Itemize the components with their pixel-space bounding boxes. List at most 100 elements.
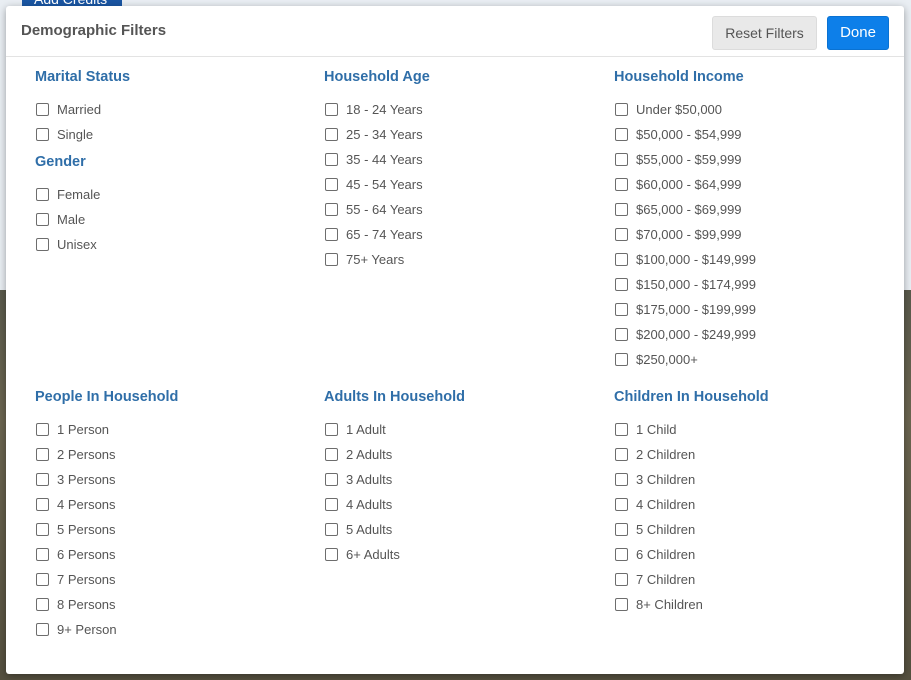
filter-option[interactable]: 3 Adults [324,467,465,492]
checkbox[interactable] [325,253,338,266]
checkbox[interactable] [325,498,338,511]
checkbox[interactable] [36,188,49,201]
filter-option[interactable]: 3 Persons [35,467,178,492]
filter-option[interactable]: $50,000 - $54,999 [614,122,756,147]
filter-option[interactable]: 5 Persons [35,517,178,542]
filter-option[interactable]: $175,000 - $199,999 [614,297,756,322]
filter-option[interactable]: 2 Children [614,442,769,467]
filter-option[interactable]: 1 Adult [324,417,465,442]
checkbox[interactable] [36,573,49,586]
checkbox[interactable] [615,473,628,486]
filter-option[interactable]: 4 Children [614,492,769,517]
filter-option[interactable]: 55 - 64 Years [324,197,430,222]
checkbox[interactable] [36,238,49,251]
filter-option[interactable]: 3 Children [614,467,769,492]
filter-option[interactable]: 7 Children [614,567,769,592]
filter-option[interactable]: $200,000 - $249,999 [614,322,756,347]
filter-option[interactable]: $250,000+ [614,347,756,372]
checkbox[interactable] [36,548,49,561]
checkbox[interactable] [615,253,628,266]
option-label: $60,000 - $64,999 [636,177,742,192]
filter-option[interactable]: 45 - 54 Years [324,172,430,197]
checkbox[interactable] [325,473,338,486]
option-label: 7 Persons [57,572,116,587]
filter-option[interactable]: $70,000 - $99,999 [614,222,756,247]
checkbox[interactable] [36,448,49,461]
checkbox[interactable] [615,598,628,611]
filter-option[interactable]: Single [35,122,130,147]
checkbox[interactable] [615,278,628,291]
filter-option[interactable]: 1 Person [35,417,178,442]
checkbox[interactable] [615,103,628,116]
checkbox[interactable] [325,178,338,191]
filter-option[interactable]: 18 - 24 Years [324,97,430,122]
filter-option[interactable]: $100,000 - $149,999 [614,247,756,272]
reset-filters-button[interactable]: Reset Filters [712,16,817,50]
checkbox[interactable] [325,203,338,216]
checkbox[interactable] [325,523,338,536]
checkbox[interactable] [325,153,338,166]
filter-option[interactable]: Under $50,000 [614,97,756,122]
checkbox[interactable] [36,598,49,611]
checkbox[interactable] [615,303,628,316]
group-title: Children In Household [614,389,769,405]
option-label: 1 Person [57,422,110,437]
filter-option[interactable]: 7 Persons [35,567,178,592]
checkbox[interactable] [615,498,628,511]
checkbox[interactable] [615,228,628,241]
checkbox[interactable] [36,423,49,436]
filter-option[interactable]: 6 Children [614,542,769,567]
checkbox[interactable] [615,573,628,586]
checkbox[interactable] [615,523,628,536]
checkbox[interactable] [325,548,338,561]
checkbox[interactable] [615,353,628,366]
filter-option[interactable]: 25 - 34 Years [324,122,430,147]
checkbox[interactable] [615,548,628,561]
checkbox[interactable] [615,178,628,191]
checkbox[interactable] [615,128,628,141]
checkbox[interactable] [325,228,338,241]
filter-option[interactable]: 1 Child [614,417,769,442]
filter-option[interactable]: $60,000 - $64,999 [614,172,756,197]
checkbox[interactable] [36,523,49,536]
filter-option[interactable]: 5 Children [614,517,769,542]
option-label: $50,000 - $54,999 [636,127,742,142]
checkbox[interactable] [36,128,49,141]
filter-option[interactable]: 2 Persons [35,442,178,467]
checkbox[interactable] [36,103,49,116]
filter-option[interactable]: $55,000 - $59,999 [614,147,756,172]
filter-option[interactable]: Male [35,207,100,232]
checkbox[interactable] [615,328,628,341]
filter-option[interactable]: Married [35,97,130,122]
filter-option[interactable]: 6+ Adults [324,542,465,567]
filter-option[interactable]: Female [35,182,100,207]
filter-option[interactable]: 4 Adults [324,492,465,517]
checkbox[interactable] [615,448,628,461]
filter-option[interactable]: 9+ Person [35,617,178,642]
filter-option[interactable]: 4 Persons [35,492,178,517]
checkbox[interactable] [325,448,338,461]
checkbox[interactable] [615,153,628,166]
checkbox[interactable] [36,623,49,636]
filter-option[interactable]: 8+ Children [614,592,769,617]
filter-option[interactable]: 8 Persons [35,592,178,617]
filter-option[interactable]: $150,000 - $174,999 [614,272,756,297]
checkbox[interactable] [325,128,338,141]
filter-option[interactable]: Unisex [35,232,100,257]
checkbox[interactable] [325,423,338,436]
checkbox[interactable] [615,203,628,216]
checkbox[interactable] [36,213,49,226]
checkbox[interactable] [325,103,338,116]
filter-option[interactable]: 75+ Years [324,247,430,272]
group-title: Marital Status [35,69,131,85]
filter-option[interactable]: 65 - 74 Years [324,222,430,247]
filter-option[interactable]: 5 Adults [324,517,465,542]
checkbox[interactable] [36,473,49,486]
filter-option[interactable]: 6 Persons [35,542,178,567]
filter-option[interactable]: 2 Adults [324,442,465,467]
filter-option[interactable]: 35 - 44 Years [324,147,430,172]
done-button[interactable]: Done [827,16,889,50]
filter-option[interactable]: $65,000 - $69,999 [614,197,756,222]
checkbox[interactable] [36,498,49,511]
checkbox[interactable] [615,423,628,436]
